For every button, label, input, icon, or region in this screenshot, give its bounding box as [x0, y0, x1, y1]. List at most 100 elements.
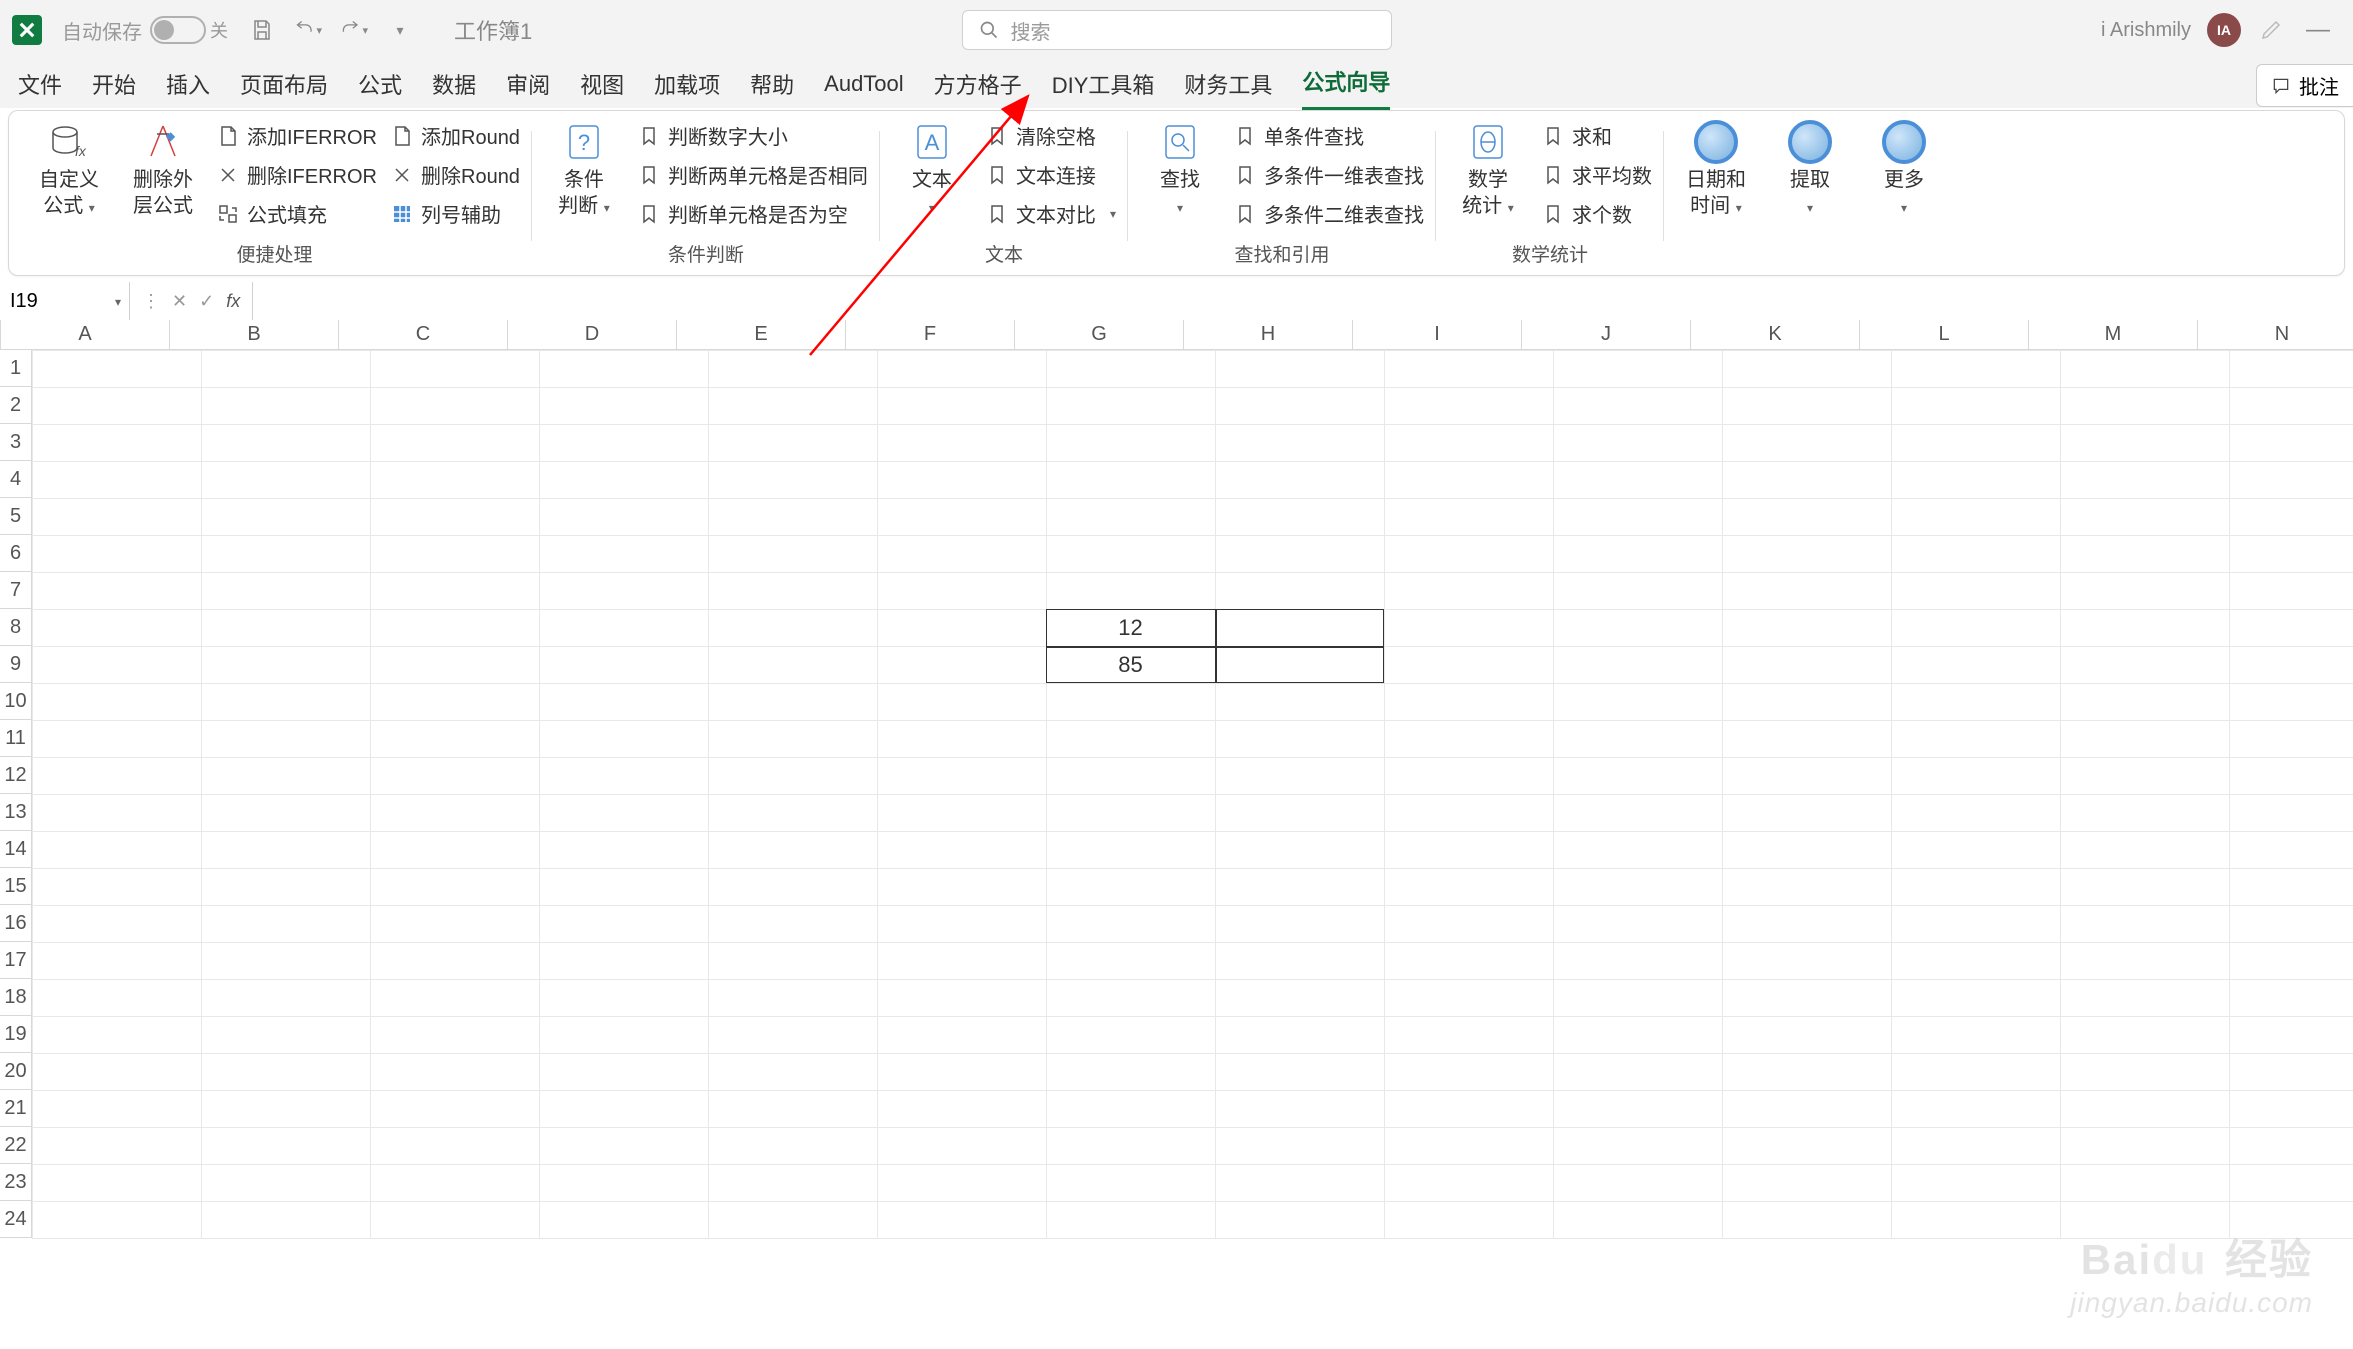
col-header-C[interactable]: C [339, 320, 508, 349]
col-header-J[interactable]: J [1522, 320, 1691, 349]
fx-icon[interactable]: fx [226, 291, 240, 312]
formula-input[interactable] [253, 282, 2353, 321]
row-header-18[interactable]: 18 [0, 979, 32, 1016]
tab-审阅[interactable]: 审阅 [506, 62, 550, 106]
tab-插入[interactable]: 插入 [166, 62, 210, 106]
row-header-12[interactable]: 12 [0, 757, 32, 794]
ribbon-button-多条件二维表查找[interactable]: 多条件二维表查找 [1234, 199, 1424, 228]
ribbon-button-求和[interactable]: 求和 [1542, 121, 1652, 150]
undo-icon[interactable]: ▾ [294, 16, 322, 44]
ribbon-button-数学统计[interactable]: 数学统计 ▾ [1448, 117, 1528, 219]
row-header-21[interactable]: 21 [0, 1090, 32, 1127]
ribbon-button-单条件查找[interactable]: 单条件查找 [1234, 121, 1424, 150]
ribbon-button-判断单元格是否为空[interactable]: 判断单元格是否为空 [638, 199, 868, 228]
row-header-7[interactable]: 7 [0, 572, 32, 609]
row-header-1[interactable]: 1 [0, 350, 32, 387]
row-header-6[interactable]: 6 [0, 535, 32, 572]
avatar[interactable]: IA [2207, 13, 2241, 47]
formula-accept-icon[interactable]: ✓ [199, 291, 214, 312]
ribbon-button-文本[interactable]: A文本▾ [892, 117, 972, 219]
ribbon-button-添加IFERROR[interactable]: 添加IFERROR [217, 121, 377, 150]
col-header-I[interactable]: I [1353, 320, 1522, 349]
col-header-L[interactable]: L [1860, 320, 2029, 349]
cells-area[interactable]: 1285 [32, 350, 2353, 1238]
row-header-17[interactable]: 17 [0, 942, 32, 979]
ribbon-button-添加Round[interactable]: 添加Round [391, 121, 520, 150]
col-header-G[interactable]: G [1015, 320, 1184, 349]
row-header-20[interactable]: 20 [0, 1053, 32, 1090]
row-header-15[interactable]: 15 [0, 868, 32, 905]
row-header-10[interactable]: 10 [0, 683, 32, 720]
redo-icon[interactable]: ▾ [340, 16, 368, 44]
row-header-16[interactable]: 16 [0, 905, 32, 942]
row-header-4[interactable]: 4 [0, 461, 32, 498]
ribbon-button-删除Round[interactable]: 删除Round [391, 160, 520, 189]
ribbon-button-日期和时间[interactable]: 日期和时间 ▾ [1676, 117, 1756, 219]
bookmark-icon [986, 164, 1008, 186]
ribbon-button-查找[interactable]: 查找▾ [1140, 117, 1220, 219]
ribbon-button-条件判断[interactable]: ?条件判断 ▾ [544, 117, 624, 219]
col-header-A[interactable]: A [1, 320, 170, 349]
ribbon-button-列号辅助[interactable]: 列号辅助 [391, 199, 520, 228]
tab-公式向导[interactable]: 公式向导 [1302, 59, 1390, 110]
col-header-B[interactable]: B [170, 320, 339, 349]
col-header-N[interactable]: N [2198, 320, 2353, 349]
qa-customize-icon[interactable]: ▾ [386, 16, 414, 44]
row-header-22[interactable]: 22 [0, 1127, 32, 1164]
tab-方方格子[interactable]: 方方格子 [934, 62, 1022, 106]
autosave-toggle[interactable]: 自动保存 关 [62, 16, 228, 45]
formula-cancel-icon[interactable]: ✕ [172, 291, 187, 312]
ribbon-button-更多[interactable]: 更多▾ [1864, 117, 1944, 219]
col-header-F[interactable]: F [846, 320, 1015, 349]
col-header-K[interactable]: K [1691, 320, 1860, 349]
ribbon-button-提取[interactable]: 提取▾ [1770, 117, 1850, 219]
toggle-switch[interactable] [150, 16, 206, 44]
search-box[interactable]: 搜索 [962, 10, 1392, 50]
tab-文件[interactable]: 文件 [18, 62, 62, 106]
col-header-H[interactable]: H [1184, 320, 1353, 349]
tab-数据[interactable]: 数据 [432, 62, 476, 106]
row-header-2[interactable]: 2 [0, 387, 32, 424]
row-header-14[interactable]: 14 [0, 831, 32, 868]
row-header-9[interactable]: 9 [0, 646, 32, 683]
comments-button[interactable]: 批注 [2256, 64, 2353, 107]
row-header-19[interactable]: 19 [0, 1016, 32, 1053]
row-header-11[interactable]: 11 [0, 720, 32, 757]
row-header-24[interactable]: 24 [0, 1201, 32, 1238]
ribbon-button-清除空格[interactable]: 清除空格 [986, 121, 1116, 150]
tab-页面布局[interactable]: 页面布局 [240, 62, 328, 106]
ribbon-button-文本对比[interactable]: 文本对比▾ [986, 199, 1116, 228]
col-header-E[interactable]: E [677, 320, 846, 349]
row-header-13[interactable]: 13 [0, 794, 32, 831]
draw-mode-icon[interactable] [2257, 15, 2287, 45]
tab-公式[interactable]: 公式 [358, 62, 402, 106]
ribbon-button-多条件一维表查找[interactable]: 多条件一维表查找 [1234, 160, 1424, 189]
tab-视图[interactable]: 视图 [580, 62, 624, 106]
ribbon-button-求平均数[interactable]: 求平均数 [1542, 160, 1652, 189]
tab-DIY工具箱[interactable]: DIY工具箱 [1052, 62, 1155, 106]
ribbon-button-判断两单元格是否相同[interactable]: 判断两单元格是否相同 [638, 160, 868, 189]
row-header-23[interactable]: 23 [0, 1164, 32, 1201]
formula-controls: ⋮ ✕ ✓ fx [130, 282, 253, 321]
row-header-8[interactable]: 8 [0, 609, 32, 646]
col-header-D[interactable]: D [508, 320, 677, 349]
tab-开始[interactable]: 开始 [92, 62, 136, 106]
ribbon-button-文本连接[interactable]: 文本连接 [986, 160, 1116, 189]
row-header-5[interactable]: 5 [0, 498, 32, 535]
ribbon-button-自定义公式[interactable]: fx自定义公式 ▾ [29, 117, 109, 219]
tab-加载项[interactable]: 加载项 [654, 62, 720, 106]
ribbon-button-删除外层公式[interactable]: ◆删除外层公式 [123, 117, 203, 219]
row-header-3[interactable]: 3 [0, 424, 32, 461]
ribbon-button-求个数[interactable]: 求个数 [1542, 199, 1652, 228]
save-icon[interactable] [248, 16, 276, 44]
ribbon-button-删除IFERROR[interactable]: 删除IFERROR [217, 160, 377, 189]
name-box[interactable]: I19 ▾ [0, 282, 130, 321]
ribbon-button-判断数字大小[interactable]: 判断数字大小 [638, 121, 868, 150]
col-header-M[interactable]: M [2029, 320, 2198, 349]
tab-AudTool[interactable]: AudTool [824, 65, 904, 103]
minimize-button[interactable]: — [2303, 15, 2333, 45]
ribbon-button-公式填充[interactable]: 公式填充 [217, 199, 377, 228]
tab-财务工具[interactable]: 财务工具 [1184, 62, 1272, 106]
tab-帮助[interactable]: 帮助 [750, 62, 794, 106]
formula-more-icon[interactable]: ⋮ [142, 291, 160, 312]
